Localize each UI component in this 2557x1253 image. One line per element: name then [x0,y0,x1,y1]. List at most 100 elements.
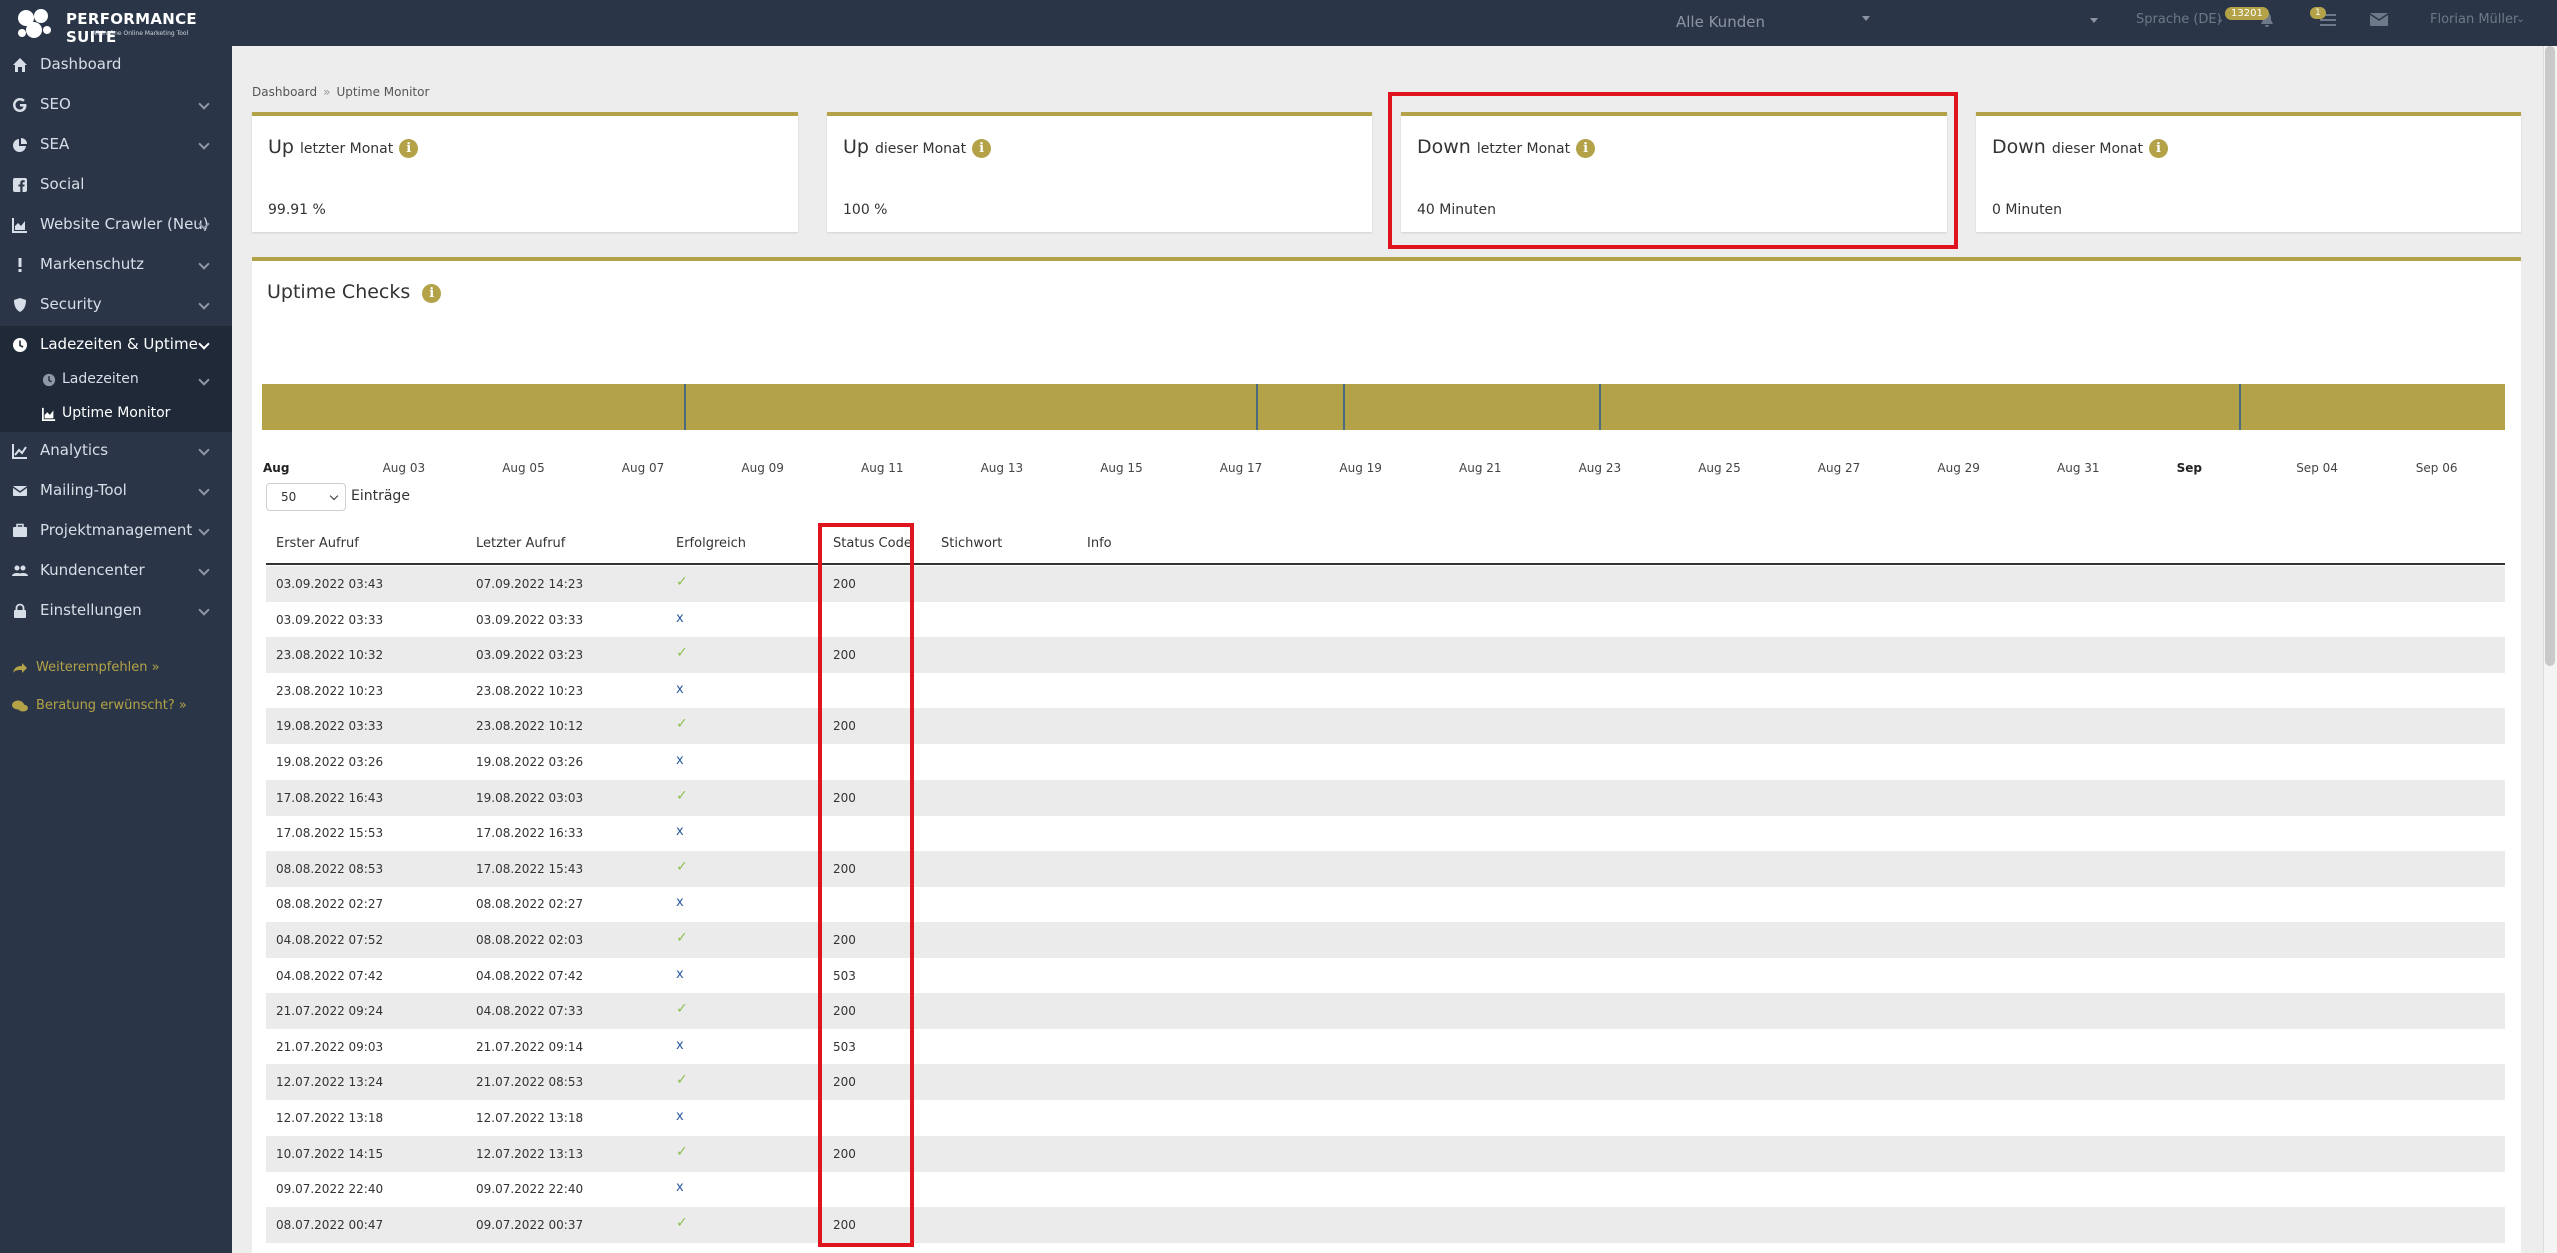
chevron-down-icon [329,491,339,501]
sidebar-item-sea[interactable]: SEA [0,126,232,162]
task-badge: 1 [2310,7,2326,19]
cell-last-call: 04.08.2022 07:42 [476,968,584,983]
timeline-date-label: Aug 15 [1100,461,1143,475]
cell-first-call: 04.08.2022 07:52 [276,933,384,947]
card-value: 99.91 % [268,202,326,218]
sidebar-item-label: Analytics [40,441,109,459]
sidebar-item-website-crawler[interactable]: Website Crawler (Neu) [0,206,232,242]
sidebar-item-markenschutz[interactable]: Markenschutz [0,246,232,282]
timeline-date-label: Aug 25 [1698,461,1741,475]
timeline-date-label: Aug 07 [621,461,665,475]
timeline-marker[interactable] [2239,384,2241,430]
breadcrumb: Dashboard » Uptime Monitor [252,85,429,99]
table-row: 12.07.2022 13:24 21.07.2022 08:53 ✓ 200 [266,1064,2505,1101]
timeline-date-label: Aug 21 [1459,461,1502,475]
table-row: 17.08.2022 15:53 17.08.2022 16:33 x [266,815,2505,851]
sidebar-item-dashboard[interactable]: Dashboard [0,46,232,82]
cell-first-call: 08.08.2022 08:53 [276,861,384,876]
cell-first-call: 03.09.2022 03:43 [276,577,384,591]
cell-last-call: 17.08.2022 16:33 [476,826,584,841]
cell-last-call: 23.08.2022 10:23 [476,683,584,698]
timeline-date-label: Sep 06 [2415,461,2458,475]
info-icon[interactable]: i [2148,139,2168,158]
notification-badge: 13201 [2225,7,2269,20]
card-highlight-box [1388,92,1958,249]
envelope-icon [12,486,28,496]
logo-mark-icon [18,9,51,38]
line-chart-icon [12,444,27,459]
sidebar-item-seo[interactable]: SEO [0,86,232,122]
sidebar-item-label: Markenschutz [40,255,145,273]
customer-select[interactable]: Alle Kunden [1676,10,1876,34]
brand-logo[interactable]: PERFORMANCE SUITE All-in-One Online Mark… [14,6,224,46]
sidebar-subitem-ladezeiten[interactable]: Ladezeiten [0,362,232,398]
page-length-value: 50 [281,490,297,504]
sidebar-subitem-uptime-monitor[interactable]: Uptime Monitor [0,396,232,432]
column-header-success[interactable]: Erfolgreich [676,536,746,551]
column-header-keyword[interactable]: Stichwort [941,536,1002,551]
card-title-sub: dieser Monat [2051,141,2143,157]
panel-title: Uptime Checks i [267,281,442,303]
column-header-info[interactable]: Info [1087,536,1112,551]
cell-first-call: 08.07.2022 00:47 [276,1217,384,1232]
recommend-link[interactable]: Weiterempfehlen » [12,660,160,675]
caret-down-icon[interactable] [2090,18,2098,23]
uptime-timeline[interactable] [262,384,2505,430]
table-row: 04.08.2022 07:52 08.08.2022 02:03 ✓ 200 [266,922,2505,958]
cell-success: x [676,610,684,626]
cell-last-call: 03.09.2022 03:33 [476,612,584,627]
timeline-date-label: Aug 23 [1578,461,1622,475]
pie-chart-icon [13,138,27,152]
mail-icon[interactable] [2370,13,2388,26]
user-chevron-icon[interactable]: ⌄ [2516,12,2525,25]
page-length-label: Einträge [351,488,410,504]
sidebar-item-social[interactable]: Social [0,166,232,202]
sidebar-subitem-label: Uptime Monitor [62,405,171,421]
sidebar-item-mailing-tool[interactable]: Mailing-Tool [0,472,232,508]
facebook-icon [13,178,27,192]
sidebar-subitem-label: Ladezeiten [62,371,139,387]
timeline-date-label: Aug 09 [741,461,784,475]
sidebar-item-security[interactable]: Security [0,286,232,322]
timeline-marker[interactable] [684,384,686,430]
chevron-down-icon [198,298,210,310]
timeline-marker[interactable] [1256,384,1258,430]
language-chevron-icon[interactable]: ⌄ [2216,14,2224,25]
cell-success: ✓ [676,858,688,875]
language-select[interactable]: Sprache (DE) [2136,12,2222,27]
page-length-select[interactable]: 50 [266,483,346,511]
cell-success: ✓ [676,645,688,662]
table-row: 23.08.2022 10:32 03.09.2022 03:23 ✓ 200 [266,637,2505,674]
sidebar-item-projektmanagement[interactable]: Projektmanagement [0,512,232,548]
consult-link[interactable]: Beratung erwünscht? » [12,698,187,713]
timeline-marker[interactable] [1599,384,1601,430]
sidebar-item-label: Social [40,175,85,193]
breadcrumb-home[interactable]: Dashboard [252,85,317,99]
consult-label: Beratung erwünscht? » [36,698,187,713]
table-row: 08.08.2022 08:53 17.08.2022 15:43 ✓ 200 [266,850,2505,887]
brand-subtitle: All-in-One Online Marketing Tool [92,30,189,37]
sidebar-item-label: Security [40,295,102,313]
page-scrollbar-thumb[interactable] [2545,46,2555,666]
timeline-marker[interactable] [1343,384,1345,430]
info-icon[interactable]: i [422,284,442,303]
cell-first-call: 17.08.2022 15:53 [276,826,384,841]
panel-title-text: Uptime Checks [267,281,411,303]
cell-first-call: 21.07.2022 09:03 [276,1039,384,1054]
cell-first-call: 09.07.2022 22:40 [276,1182,384,1197]
sidebar-item-ladezeiten-uptime[interactable]: Ladezeiten & Uptime [0,326,232,362]
sidebar-item-analytics[interactable]: Analytics [0,432,232,468]
sidebar-item-label: Ladezeiten & Uptime [40,335,198,353]
cell-first-call: 10.07.2022 14:15 [276,1146,384,1161]
sidebar-item-einstellungen[interactable]: Einstellungen [0,592,232,628]
stat-card-down-this-month: Down dieser Monat i 0 Minuten [1976,112,2521,232]
user-menu[interactable]: Florian Müller [2430,12,2518,27]
column-header-last-call[interactable]: Letzter Aufruf [476,536,565,551]
cell-success: x [676,966,684,982]
customer-select-caret-icon[interactable] [1862,16,1870,21]
timeline-date-label: Sep [2176,461,2202,475]
info-icon[interactable]: i [399,139,419,158]
info-icon[interactable]: i [972,139,992,158]
column-header-first-call[interactable]: Erster Aufruf [276,536,359,551]
sidebar-item-kundencenter[interactable]: Kundencenter [0,552,232,588]
